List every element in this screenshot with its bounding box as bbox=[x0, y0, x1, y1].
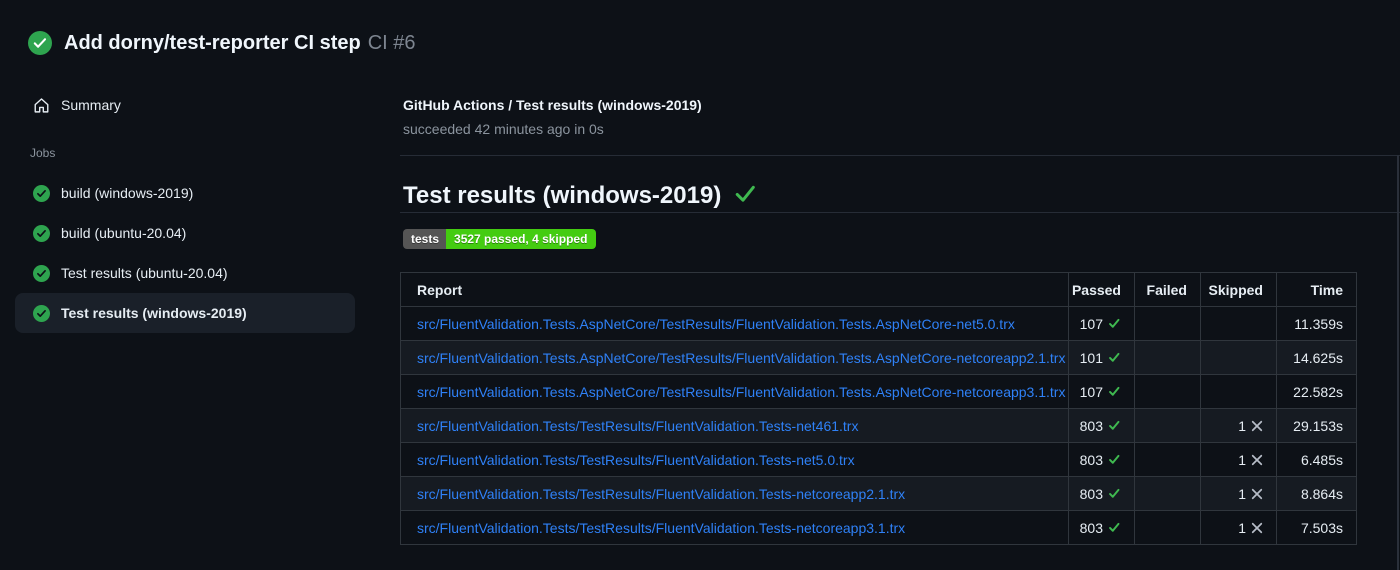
jobs-section-label: Jobs bbox=[30, 146, 56, 160]
col-header-failed: Failed bbox=[1134, 272, 1201, 307]
report-link[interactable]: src/FluentValidation.Tests/TestResults/F… bbox=[417, 520, 905, 536]
skipped-count: 1 bbox=[1238, 417, 1246, 434]
report-link[interactable]: src/FluentValidation.Tests.AspNetCore/Te… bbox=[417, 350, 1065, 366]
report-link[interactable]: src/FluentValidation.Tests/TestResults/F… bbox=[417, 418, 858, 434]
workflow-run-page: Add dorny/test-reporter CI step CI #6 Sum… bbox=[0, 0, 1400, 570]
sidebar-job-label: build (ubuntu-20.04) bbox=[61, 225, 187, 241]
check-run-status: succeeded 42 minutes ago in 0s bbox=[403, 121, 604, 137]
scrollbar[interactable] bbox=[1397, 155, 1399, 570]
section-heading-text: Test results (windows-2019) bbox=[403, 181, 722, 209]
time-value: 8.864s bbox=[1276, 476, 1357, 511]
table-row: src/FluentValidation.Tests/TestResults/F… bbox=[400, 510, 1357, 545]
sidebar-item-summary[interactable]: Summary bbox=[15, 85, 355, 125]
job-success-icon bbox=[33, 304, 50, 322]
report-link[interactable]: src/FluentValidation.Tests/TestResults/F… bbox=[417, 452, 855, 468]
tests-badge-value: 3527 passed, 4 skipped bbox=[446, 229, 597, 249]
passed-count: 107 bbox=[1079, 383, 1103, 400]
skipped-x-icon bbox=[1251, 420, 1263, 432]
passed-check-icon bbox=[1108, 453, 1121, 466]
passed-check-icon bbox=[1108, 385, 1121, 398]
passed-check-icon bbox=[1108, 521, 1121, 534]
report-link[interactable]: src/FluentValidation.Tests/TestResults/F… bbox=[417, 486, 905, 502]
section-heading: Test results (windows-2019) bbox=[403, 179, 757, 212]
time-value: 7.503s bbox=[1276, 510, 1357, 545]
table-row: src/FluentValidation.Tests.AspNetCore/Te… bbox=[400, 340, 1357, 375]
sidebar-job-testresults-ubuntu[interactable]: Test results (ubuntu-20.04) bbox=[15, 253, 355, 293]
tests-badge: tests 3527 passed, 4 skipped bbox=[403, 229, 597, 249]
sidebar-job-label: build (windows-2019) bbox=[61, 185, 194, 201]
check-run-title: GitHub Actions / Test results (windows-2… bbox=[403, 97, 702, 113]
table-row: src/FluentValidation.Tests.AspNetCore/Te… bbox=[400, 374, 1357, 409]
passed-count: 803 bbox=[1079, 485, 1103, 502]
test-results-table: Report Passed Failed Skipped Time src/Fl… bbox=[400, 272, 1357, 545]
time-value: 22.582s bbox=[1276, 374, 1357, 409]
job-success-icon bbox=[33, 184, 50, 202]
job-success-icon bbox=[33, 264, 50, 282]
skipped-count: 1 bbox=[1238, 519, 1246, 536]
passed-check-icon bbox=[1108, 351, 1121, 364]
sidebar-job-label: Test results (windows-2019) bbox=[61, 305, 247, 321]
col-header-time: Time bbox=[1276, 272, 1357, 307]
sidebar: Summary Jobs build (windows-2019) build … bbox=[0, 70, 400, 570]
table-row: src/FluentValidation.Tests.AspNetCore/Te… bbox=[400, 306, 1357, 341]
passed-count: 803 bbox=[1079, 519, 1103, 536]
divider bbox=[400, 155, 1400, 156]
run-success-icon bbox=[28, 31, 52, 55]
passed-count: 101 bbox=[1079, 349, 1103, 366]
col-header-passed: Passed bbox=[1068, 272, 1135, 307]
time-value: 29.153s bbox=[1276, 408, 1357, 443]
skipped-count: 1 bbox=[1238, 451, 1246, 468]
heading-check-icon bbox=[734, 182, 757, 212]
passed-count: 803 bbox=[1079, 417, 1103, 434]
table-row: src/FluentValidation.Tests/TestResults/F… bbox=[400, 408, 1357, 443]
passed-check-icon bbox=[1108, 317, 1121, 330]
sidebar-summary-label: Summary bbox=[61, 97, 121, 113]
run-title-text: Add dorny/test-reporter CI step bbox=[64, 32, 361, 54]
divider bbox=[400, 212, 1400, 213]
table-header-row: Report Passed Failed Skipped Time bbox=[400, 272, 1357, 307]
home-icon bbox=[33, 97, 50, 114]
passed-check-icon bbox=[1108, 419, 1121, 432]
tests-badge-label: tests bbox=[403, 229, 447, 249]
time-value: 11.359s bbox=[1276, 306, 1357, 341]
skipped-count: 1 bbox=[1238, 485, 1246, 502]
col-header-skipped: Skipped bbox=[1200, 272, 1277, 307]
report-link[interactable]: src/FluentValidation.Tests.AspNetCore/Te… bbox=[417, 384, 1065, 400]
passed-check-icon bbox=[1108, 487, 1121, 500]
main-content: GitHub Actions / Test results (windows-2… bbox=[400, 0, 1400, 570]
time-value: 6.485s bbox=[1276, 442, 1357, 477]
sidebar-job-testresults-windows[interactable]: Test results (windows-2019) bbox=[15, 293, 355, 333]
passed-count: 107 bbox=[1079, 315, 1103, 332]
sidebar-job-build-windows[interactable]: build (windows-2019) bbox=[15, 173, 355, 213]
sidebar-job-label: Test results (ubuntu-20.04) bbox=[61, 265, 228, 281]
time-value: 14.625s bbox=[1276, 340, 1357, 375]
run-title: Add dorny/test-reporter CI step CI #6 bbox=[64, 32, 416, 55]
table-row: src/FluentValidation.Tests/TestResults/F… bbox=[400, 442, 1357, 477]
skipped-x-icon bbox=[1251, 488, 1263, 500]
report-link[interactable]: src/FluentValidation.Tests.AspNetCore/Te… bbox=[417, 316, 1015, 332]
sidebar-job-build-ubuntu[interactable]: build (ubuntu-20.04) bbox=[15, 213, 355, 253]
skipped-x-icon bbox=[1251, 454, 1263, 466]
job-success-icon bbox=[33, 224, 50, 242]
col-header-report: Report bbox=[400, 272, 1069, 307]
table-row: src/FluentValidation.Tests/TestResults/F… bbox=[400, 476, 1357, 511]
passed-count: 803 bbox=[1079, 451, 1103, 468]
skipped-x-icon bbox=[1251, 522, 1263, 534]
